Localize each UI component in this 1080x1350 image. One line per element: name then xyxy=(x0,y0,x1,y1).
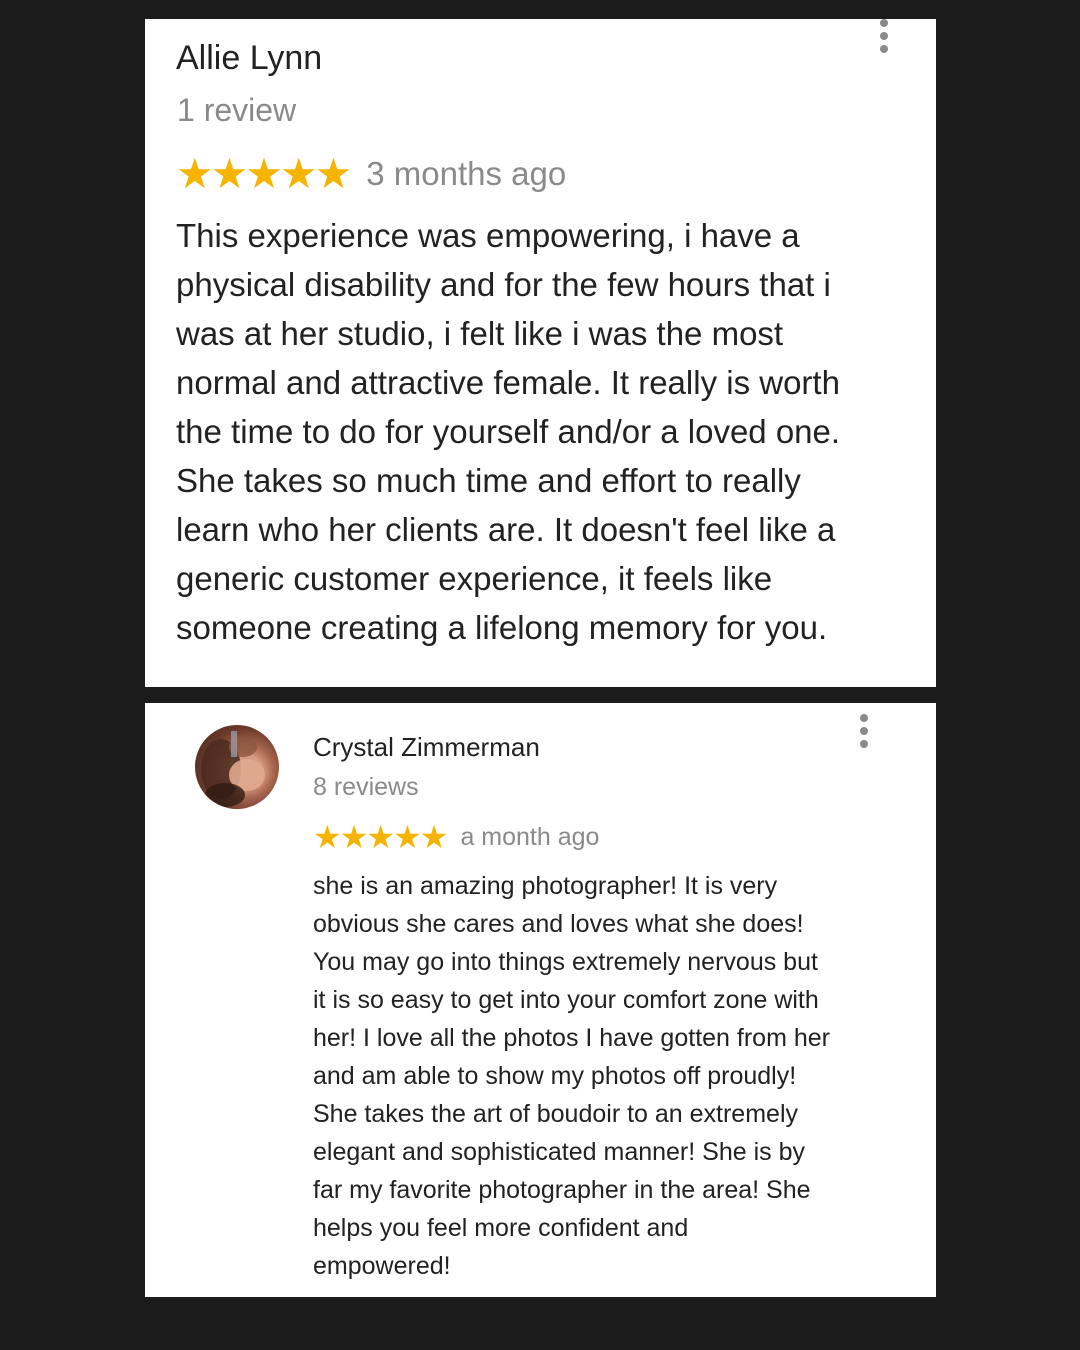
review-text-line: generic customer experience, it feels li… xyxy=(176,560,773,597)
review-text-line: helps you feel more confident and xyxy=(313,1214,689,1242)
star-rating-icon: ★★★★★ xyxy=(176,150,352,197)
rating-row: ★★★★★ a month ago xyxy=(313,819,599,855)
review-time: 3 months ago xyxy=(366,155,567,192)
user-avatar[interactable] xyxy=(195,725,279,809)
reviewer-review-count[interactable]: 1 review xyxy=(177,92,296,129)
review-text: This experience was empowering, i have a… xyxy=(176,211,916,652)
review-text-line: and am able to show my photos off proudl… xyxy=(313,1062,797,1090)
review-text-line: obvious she cares and loves what she doe… xyxy=(313,910,804,938)
reviewer-review-count[interactable]: 8 reviews xyxy=(313,773,419,802)
review-text-line: She takes the art of boudoir to an extre… xyxy=(313,1100,798,1128)
reviewer-name[interactable]: Crystal Zimmerman xyxy=(313,732,540,763)
review-text-line: someone creating a lifelong memory for y… xyxy=(176,609,828,646)
review-text-line: the time to do for yourself and/or a lov… xyxy=(176,413,841,450)
review-text-line: elegant and sophisticated manner! She is… xyxy=(313,1138,805,1166)
more-vert-icon[interactable] xyxy=(878,19,890,53)
review-text-line: physical disability and for the few hour… xyxy=(176,266,831,303)
review-text-line: she is an amazing photographer! It is ve… xyxy=(313,872,778,900)
review-text-line: She takes so much time and effort to rea… xyxy=(176,462,801,499)
review-text: she is an amazing photographer! It is ve… xyxy=(313,867,913,1285)
reviewer-name[interactable]: Allie Lynn xyxy=(176,39,322,78)
review-text-line: far my favorite photographer in the area… xyxy=(313,1176,811,1204)
rating-row: ★★★★★ 3 months ago xyxy=(176,152,566,196)
review-card: Allie Lynn 1 review ★★★★★ 3 months ago T… xyxy=(145,19,936,687)
review-text-line: normal and attractive female. It really … xyxy=(176,364,840,401)
review-text-line: learn who her clients are. It doesn't fe… xyxy=(176,511,836,548)
review-card: Crystal Zimmerman 8 reviews ★★★★★ a mont… xyxy=(145,703,936,1297)
review-text-line: empowered! xyxy=(313,1252,451,1280)
review-text-line: was at her studio, i felt like i was the… xyxy=(176,315,784,352)
more-vert-icon[interactable] xyxy=(858,714,870,748)
star-rating-icon: ★★★★★ xyxy=(313,819,448,855)
review-text-line: You may go into things extremely nervous… xyxy=(313,948,818,976)
review-text-line: her! I love all the photos I have gotten… xyxy=(313,1024,830,1052)
review-text-line: This experience was empowering, i have a xyxy=(176,217,800,254)
review-text-line: it is so easy to get into your comfort z… xyxy=(313,986,819,1014)
review-time: a month ago xyxy=(460,822,600,851)
avatar-photo-icon xyxy=(201,731,265,807)
